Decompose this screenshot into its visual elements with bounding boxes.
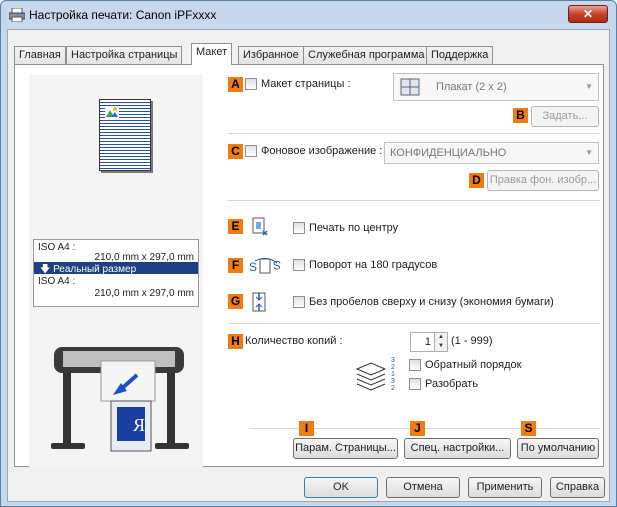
copies-stepper[interactable]: 1 ▲ ▼ <box>410 332 448 352</box>
iso-label-bottom: ISO A4 : <box>38 276 76 287</box>
page-layout-label: Макет страницы : <box>261 78 351 90</box>
no-margin-label: Без пробелов сверху и снизу (экономия бу… <box>309 296 554 308</box>
close-icon: ✕ <box>582 7 594 21</box>
svg-text:S: S <box>273 258 281 272</box>
tab-support[interactable]: Поддержка <box>426 46 494 64</box>
real-size-label: Реальный размер <box>53 264 137 275</box>
marker-g: G <box>228 294 243 309</box>
page-layout-select[interactable]: Плакат (2 x 2) ▼ <box>393 73 599 101</box>
marker-c: C <box>228 144 243 159</box>
background-image-select[interactable]: КОНФИДЕНЦИАЛЬНО ▼ <box>384 142 599 164</box>
marker-e: E <box>228 219 243 234</box>
tab-page-setup[interactable]: Настройка страницы <box>66 46 183 64</box>
chevron-down-icon: ▼ <box>585 148 593 157</box>
chevron-down-icon: ▼ <box>585 82 593 91</box>
marker-j: J <box>410 421 425 436</box>
separator <box>228 200 600 201</box>
marker-b: B <box>513 108 528 123</box>
svg-text:R: R <box>133 415 145 435</box>
dialog-client: Главная Настройка страницы Макет Избранн… <box>7 29 610 502</box>
help-button[interactable]: Справка <box>550 477 605 498</box>
marker-d: D <box>469 173 484 188</box>
copies-range: (1 - 999) <box>451 335 493 347</box>
rotate-180-icon: S S <box>249 258 281 274</box>
image-icon <box>105 106 119 118</box>
center-print-icon <box>252 217 268 236</box>
svg-text:S: S <box>249 260 257 274</box>
tab-utility[interactable]: Служебная программа <box>303 46 430 64</box>
page-layout-value: Плакат (2 x 2) <box>436 81 507 93</box>
copies-label: Количество копий : <box>245 335 343 347</box>
marker-s: S <box>521 421 536 436</box>
center-print-checkbox[interactable] <box>293 222 305 234</box>
window-title: Настройка печати: Canon iPFxxxx <box>29 8 217 22</box>
page-options-button[interactable]: Парам. Страницы... <box>293 438 398 459</box>
tab-main[interactable]: Главная <box>14 46 66 64</box>
title-bar[interactable]: Настройка печати: Canon iPFxxxx ✕ <box>1 1 616 29</box>
page-order-icon: 32132 <box>391 357 395 392</box>
arrow-down-icon: 🡇 <box>40 264 51 275</box>
cancel-button[interactable]: Отмена <box>386 477 460 498</box>
tab-favorites[interactable]: Избранное <box>238 46 304 64</box>
marker-h: H <box>228 334 243 349</box>
collate-checkbox[interactable] <box>409 378 421 390</box>
layout-panel: ISO A4 : 210,0 mm x 297,0 mm 🡇 Реальный … <box>14 64 604 467</box>
marker-a: A <box>228 77 243 92</box>
rotate-180-label: Поворот на 180 градусов <box>309 259 438 271</box>
special-settings-button[interactable]: Спец. настройки... <box>404 438 511 459</box>
background-image-checkbox[interactable] <box>245 145 257 157</box>
real-size-bar: 🡇 Реальный размер <box>34 262 198 275</box>
printer-icon <box>9 8 25 22</box>
preview-area: ISO A4 : 210,0 mm x 297,0 mm 🡇 Реальный … <box>29 75 203 467</box>
close-button[interactable]: ✕ <box>568 5 608 23</box>
background-image-value: КОНФИДЕНЦИАЛЬНО <box>390 147 507 159</box>
page-preview-thumbnail <box>99 99 151 171</box>
reverse-order-checkbox[interactable] <box>409 359 421 371</box>
copies-value: 1 <box>424 336 431 348</box>
marker-i: I <box>299 421 314 436</box>
paper-size-box: ISO A4 : 210,0 mm x 297,0 mm 🡇 Реальный … <box>33 239 199 307</box>
print-settings-window: Настройка печати: Canon iPFxxxx ✕ Главна… <box>0 0 617 507</box>
ok-button[interactable]: OK <box>304 477 378 498</box>
marker-f: F <box>228 258 243 273</box>
apply-button[interactable]: Применить <box>468 477 542 498</box>
tab-layout[interactable]: Макет <box>191 43 233 65</box>
large-format-printer-illustration: R <box>51 347 189 452</box>
stacked-pages-icon <box>355 362 387 391</box>
poster-layout-icon <box>400 78 420 96</box>
set-button[interactable]: Задать... <box>531 106 599 127</box>
center-print-label: Печать по центру <box>309 222 399 234</box>
no-margin-checkbox[interactable] <box>293 296 305 308</box>
stepper-arrows-icon[interactable]: ▲ ▼ <box>434 333 447 351</box>
separator <box>228 323 600 324</box>
background-image-label: Фоновое изображение : <box>261 145 383 157</box>
defaults-button[interactable]: По умолчанию <box>517 438 599 459</box>
separator <box>228 133 600 134</box>
edit-background-button[interactable]: Правка фон. изобр... <box>487 170 599 191</box>
page-layout-checkbox[interactable] <box>245 78 257 90</box>
size-value-bottom: 210,0 mm x 297,0 mm <box>94 288 194 299</box>
iso-label-top: ISO A4 : <box>38 242 76 253</box>
collate-label: Разобрать <box>425 378 479 390</box>
rotate-180-checkbox[interactable] <box>293 259 305 271</box>
reverse-order-label: Обратный порядок <box>425 359 522 371</box>
no-margin-icon <box>252 292 266 312</box>
